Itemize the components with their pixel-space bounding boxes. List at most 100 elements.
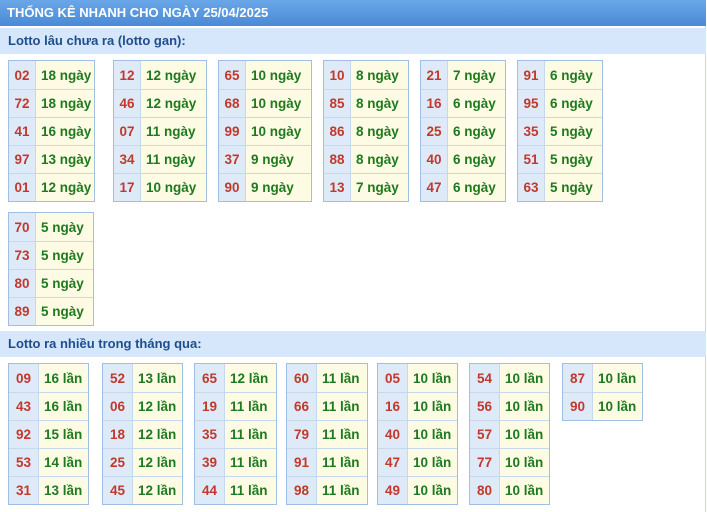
- table-row: 92 15 lần: [9, 420, 88, 448]
- lotto-count: 12 lần: [225, 364, 276, 392]
- lotto-number: 86: [324, 118, 351, 145]
- table-row: 70 5 ngày: [9, 213, 93, 241]
- lotto-number: 21: [421, 61, 448, 89]
- lotto-number: 60: [287, 364, 317, 392]
- lotto-count: 11 lần: [317, 477, 367, 504]
- lotto-number: 56: [470, 393, 500, 420]
- table-row: 85 8 ngày: [324, 89, 408, 117]
- table-row: 09 16 lần: [9, 364, 88, 392]
- lotto-number: 47: [421, 174, 448, 201]
- lotto-number: 46: [114, 90, 141, 117]
- lotto-number: 34: [114, 146, 141, 173]
- lotto-number: 73: [9, 242, 36, 269]
- table-row: 43 16 lần: [9, 392, 88, 420]
- table-row: 25 6 ngày: [421, 117, 505, 145]
- frequent-block: 09 16 lần 43 16 lần 92 15 lần 53 14 lần 31 13 lần: [8, 363, 89, 505]
- page-title: THỐNG KÊ NHANH CHO NGÀY 25/04/2025: [0, 0, 706, 26]
- lotto-count: 11 ngày: [141, 118, 206, 145]
- lotto-count: 5 ngày: [36, 213, 93, 241]
- lotto-count: 10 lần: [593, 364, 642, 392]
- lotto-count: 12 ngày: [141, 90, 206, 117]
- lotto-count: 11 lần: [225, 421, 276, 448]
- lotto-count: 16 lần: [39, 364, 88, 392]
- table-row: 51 5 ngày: [518, 145, 602, 173]
- lotto-count: 5 ngày: [545, 146, 602, 173]
- table-row: 41 16 ngày: [9, 117, 94, 145]
- lotto-count: 10 lần: [500, 364, 549, 392]
- lotto-number: 98: [287, 477, 317, 504]
- lotto-number: 40: [378, 421, 408, 448]
- lotto-count: 9 ngày: [246, 146, 311, 173]
- frequent-section-heading: Lotto ra nhiều trong tháng qua:: [0, 331, 706, 357]
- lotto-count: 10 lần: [500, 393, 549, 420]
- lotto-count: 18 ngày: [36, 61, 94, 89]
- lotto-number: 25: [421, 118, 448, 145]
- lotto-number: 51: [518, 146, 545, 173]
- lotto-count: 10 lần: [593, 393, 642, 420]
- lotto-count: 16 ngày: [36, 118, 94, 145]
- lotto-count: 15 lần: [39, 421, 88, 448]
- table-row: 68 10 ngày: [219, 89, 311, 117]
- frequent-block: 05 10 lần 16 10 lần 40 10 lần 47 10 lần 49 10 lần: [377, 363, 458, 505]
- lotto-count: 7 ngày: [351, 174, 408, 201]
- lotto-number: 85: [324, 90, 351, 117]
- lotto-count: 11 lần: [225, 449, 276, 476]
- lotto-number: 54: [470, 364, 500, 392]
- gan-block: 70 5 ngày 73 5 ngày 80 5 ngày 89 5 ngày: [8, 212, 94, 326]
- lotto-number: 39: [195, 449, 225, 476]
- table-row: 34 11 ngày: [114, 145, 206, 173]
- lotto-number: 37: [219, 146, 246, 173]
- lotto-count: 6 ngày: [448, 174, 505, 201]
- table-row: 95 6 ngày: [518, 89, 602, 117]
- lotto-number: 18: [103, 421, 133, 448]
- lotto-number: 63: [518, 174, 545, 201]
- lotto-number: 25: [103, 449, 133, 476]
- lotto-number: 91: [518, 61, 545, 89]
- table-row: 01 12 ngày: [9, 173, 94, 201]
- lotto-number: 49: [378, 477, 408, 504]
- lotto-number: 35: [195, 421, 225, 448]
- lotto-number: 16: [421, 90, 448, 117]
- table-row: 73 5 ngày: [9, 241, 93, 269]
- lotto-count: 12 lần: [133, 477, 182, 504]
- lotto-number: 01: [9, 174, 36, 201]
- lotto-count: 10 ngày: [246, 61, 311, 89]
- lotto-number: 45: [103, 477, 133, 504]
- frequent-block: 65 12 lần 19 11 lần 35 11 lần 39 11 lần 44 11 lần: [194, 363, 277, 505]
- lotto-number: 52: [103, 364, 133, 392]
- table-row: 54 10 lần: [470, 364, 549, 392]
- lotto-number: 95: [518, 90, 545, 117]
- lotto-count: 12 lần: [133, 393, 182, 420]
- table-row: 47 6 ngày: [421, 173, 505, 201]
- table-row: 21 7 ngày: [421, 61, 505, 89]
- lotto-count: 11 lần: [317, 449, 367, 476]
- frequent-block: 60 11 lần 66 11 lần 79 11 lần 91 11 lần 98 11 lần: [286, 363, 368, 505]
- lotto-number: 07: [114, 118, 141, 145]
- table-row: 06 12 lần: [103, 392, 182, 420]
- lotto-count: 11 lần: [317, 421, 367, 448]
- table-row: 56 10 lần: [470, 392, 549, 420]
- lotto-number: 66: [287, 393, 317, 420]
- table-row: 40 6 ngày: [421, 145, 505, 173]
- lotto-number: 47: [378, 449, 408, 476]
- lotto-count: 11 lần: [317, 393, 367, 420]
- table-row: 98 11 lần: [287, 476, 367, 504]
- lotto-number: 40: [421, 146, 448, 173]
- lotto-count: 16 lần: [39, 393, 88, 420]
- lotto-count: 13 ngày: [36, 146, 94, 173]
- lotto-number: 35: [518, 118, 545, 145]
- lotto-number: 97: [9, 146, 36, 173]
- lotto-count: 13 lần: [133, 364, 182, 392]
- lotto-count: 18 ngày: [36, 90, 94, 117]
- gan-block: 02 18 ngày 72 18 ngày 41 16 ngày 97 13 ngày 01 12…: [8, 60, 95, 202]
- lotto-number: 02: [9, 61, 36, 89]
- table-row: 17 10 ngày: [114, 173, 206, 201]
- table-row: 88 8 ngày: [324, 145, 408, 173]
- table-row: 07 11 ngày: [114, 117, 206, 145]
- lotto-count: 7 ngày: [448, 61, 505, 89]
- table-row: 65 12 lần: [195, 364, 276, 392]
- lotto-count: 12 ngày: [36, 174, 94, 201]
- lotto-number: 05: [378, 364, 408, 392]
- lotto-count: 12 lần: [133, 421, 182, 448]
- lotto-count: 5 ngày: [545, 174, 602, 201]
